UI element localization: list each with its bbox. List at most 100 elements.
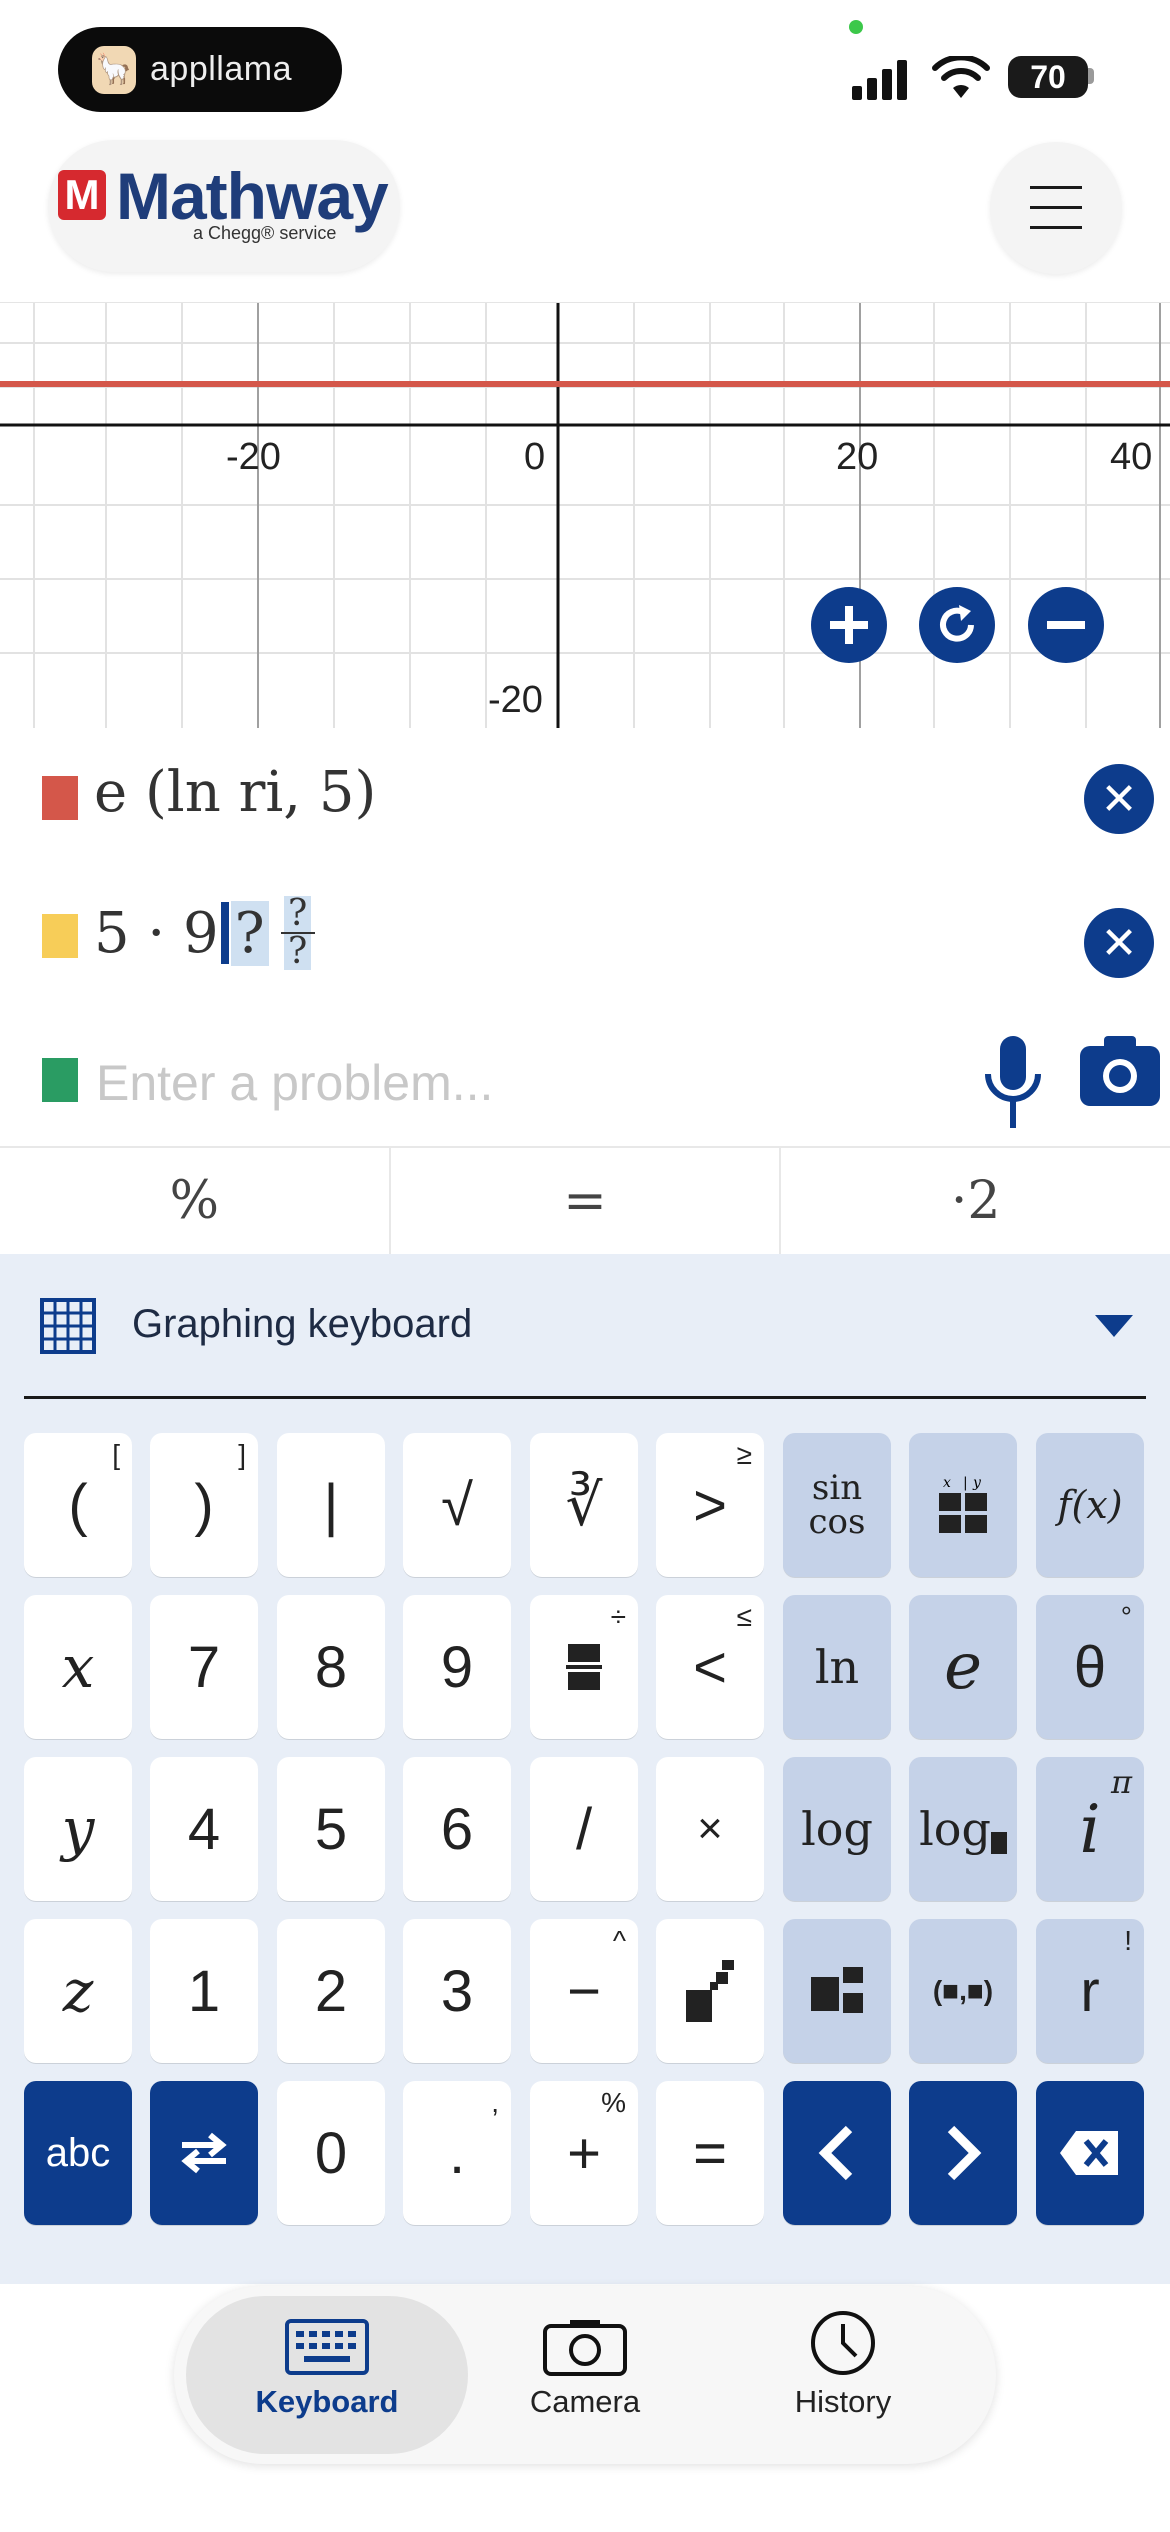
- key-1[interactable]: 1: [150, 1919, 258, 2063]
- signal-icon: [852, 60, 907, 100]
- key-nth-root[interactable]: ∛: [530, 1433, 638, 1577]
- key-sup: ≤: [736, 1601, 752, 1632]
- suggestion-equals[interactable]: =: [391, 1148, 782, 1254]
- key-label: =: [693, 2120, 727, 2186]
- minus-icon: [1047, 621, 1085, 629]
- key-log-base[interactable]: log: [909, 1757, 1017, 1901]
- suggestion-bar: % = ·2: [0, 1146, 1170, 1256]
- zoom-out-button[interactable]: [1028, 587, 1104, 663]
- key-matrix[interactable]: x | y: [909, 1433, 1017, 1577]
- key-backspace[interactable]: [1036, 2081, 1144, 2225]
- key-sup: %: [601, 2087, 626, 2118]
- input-color-swatch[interactable]: [42, 1058, 78, 1102]
- key-ln[interactable]: ln: [783, 1595, 891, 1739]
- key-cursor-right[interactable]: [909, 2081, 1017, 2225]
- key-log[interactable]: log: [783, 1757, 891, 1901]
- key-point[interactable]: (■,■): [909, 1919, 1017, 2063]
- key-sup: π: [1110, 1763, 1132, 1801]
- expression-text[interactable]: 5 · 9 ? ? ?: [94, 896, 315, 970]
- key-cursor-left[interactable]: [783, 2081, 891, 2225]
- suggestion-dot-two[interactable]: ·2: [781, 1148, 1170, 1254]
- fraction-placeholder[interactable]: ? ?: [280, 896, 315, 970]
- key-label: √: [441, 1472, 473, 1538]
- key-7[interactable]: 7: [150, 1595, 258, 1739]
- key-label: 4: [187, 1796, 221, 1862]
- key-close-paren[interactable]: )]: [150, 1433, 258, 1577]
- key-plus[interactable]: +%: [530, 2081, 638, 2225]
- key-slash[interactable]: /: [530, 1757, 638, 1901]
- key-abc[interactable]: abc: [24, 2081, 132, 2225]
- svg-text:|: |: [963, 1475, 968, 1491]
- key-x[interactable]: x: [24, 1595, 132, 1739]
- tab-camera[interactable]: Camera: [455, 2318, 715, 2420]
- camera-input-button[interactable]: [1078, 1032, 1162, 1108]
- key-3[interactable]: 3: [403, 1919, 511, 2063]
- expression-row[interactable]: e (ln ri, 5) ✕: [0, 760, 1170, 870]
- logo-subtitle: a Chegg® service: [193, 223, 337, 243]
- key-open-paren[interactable]: ([: [24, 1433, 132, 1577]
- key-z[interactable]: z: [24, 1919, 132, 2063]
- problem-input[interactable]: [94, 1050, 938, 1116]
- microphone-button[interactable]: [978, 1030, 1048, 1140]
- key-swap[interactable]: [150, 2081, 258, 2225]
- key-e[interactable]: e: [909, 1595, 1017, 1739]
- graph-svg: [0, 303, 1170, 728]
- key-0[interactable]: 0: [277, 2081, 385, 2225]
- key-y[interactable]: y: [24, 1757, 132, 1901]
- expression-color-swatch[interactable]: [42, 776, 78, 820]
- key-2[interactable]: 2: [277, 1919, 385, 2063]
- key-multiply[interactable]: ×: [656, 1757, 764, 1901]
- hamburger-menu-button[interactable]: [990, 142, 1122, 274]
- tab-history[interactable]: History: [713, 2310, 973, 2420]
- expression-color-swatch[interactable]: [42, 914, 78, 958]
- menu-icon-line: [1030, 206, 1082, 209]
- zoom-in-button[interactable]: [811, 587, 887, 663]
- key-subscript[interactable]: [783, 1919, 891, 2063]
- suggestion-percent[interactable]: %: [0, 1148, 391, 1254]
- key-label: .: [448, 2120, 466, 2186]
- app-indicator-label: appllama: [150, 50, 292, 88]
- key-sup: [: [112, 1439, 120, 1470]
- tab-label: Camera: [529, 2384, 641, 2419]
- key-r[interactable]: r!: [1036, 1919, 1144, 2063]
- key-theta[interactable]: θ °: [1036, 1595, 1144, 1739]
- expression-text[interactable]: e (ln ri, 5): [94, 760, 376, 825]
- key-greater[interactable]: > ≥: [656, 1433, 764, 1577]
- tab-label: Keyboard: [255, 2384, 399, 2419]
- key-label: (: [68, 1472, 88, 1538]
- key-9[interactable]: 9: [403, 1595, 511, 1739]
- chevron-down-icon[interactable]: [1095, 1315, 1133, 1337]
- fraction-denominator[interactable]: ?: [284, 934, 312, 970]
- key-label: 1: [187, 1958, 221, 2024]
- key-i[interactable]: iπ: [1036, 1757, 1144, 1901]
- tab-keyboard[interactable]: Keyboard: [197, 2318, 457, 2420]
- key-8[interactable]: 8: [277, 1595, 385, 1739]
- key-function[interactable]: f(x): [1036, 1433, 1144, 1577]
- llama-icon: 🦙: [92, 45, 136, 94]
- clear-expression-button[interactable]: ✕: [1084, 764, 1154, 834]
- key-abs[interactable]: |: [277, 1433, 385, 1577]
- key-5[interactable]: 5: [277, 1757, 385, 1901]
- key-less[interactable]: < ≤: [656, 1595, 764, 1739]
- key-label: ∛: [565, 1473, 603, 1538]
- key-6[interactable]: 6: [403, 1757, 511, 1901]
- battery-indicator: 70: [1008, 56, 1088, 98]
- key-sqrt[interactable]: √: [403, 1433, 511, 1577]
- key-minus[interactable]: − ^: [530, 1919, 638, 2063]
- key-decimal[interactable]: .,: [403, 2081, 511, 2225]
- x-tick-label: 20: [836, 436, 879, 478]
- key-label: /: [575, 1796, 593, 1862]
- expression-row[interactable]: 5 · 9 ? ? ? ✕: [0, 886, 1170, 996]
- fraction-numerator[interactable]: ?: [284, 896, 312, 932]
- key-exponent[interactable]: [656, 1919, 764, 2063]
- expression-placeholder[interactable]: ?: [230, 900, 269, 966]
- key-fraction[interactable]: ÷: [530, 1595, 638, 1739]
- key-sup: ≥: [736, 1439, 752, 1470]
- key-4[interactable]: 4: [150, 1757, 258, 1901]
- clear-expression-button[interactable]: ✕: [1084, 908, 1154, 978]
- reset-view-button[interactable]: [919, 587, 995, 663]
- key-trig[interactable]: sin cos: [783, 1433, 891, 1577]
- graph-canvas[interactable]: -20 0 20 40 -20: [0, 302, 1170, 728]
- key-equals[interactable]: =: [656, 2081, 764, 2225]
- clock-icon: [811, 2311, 875, 2375]
